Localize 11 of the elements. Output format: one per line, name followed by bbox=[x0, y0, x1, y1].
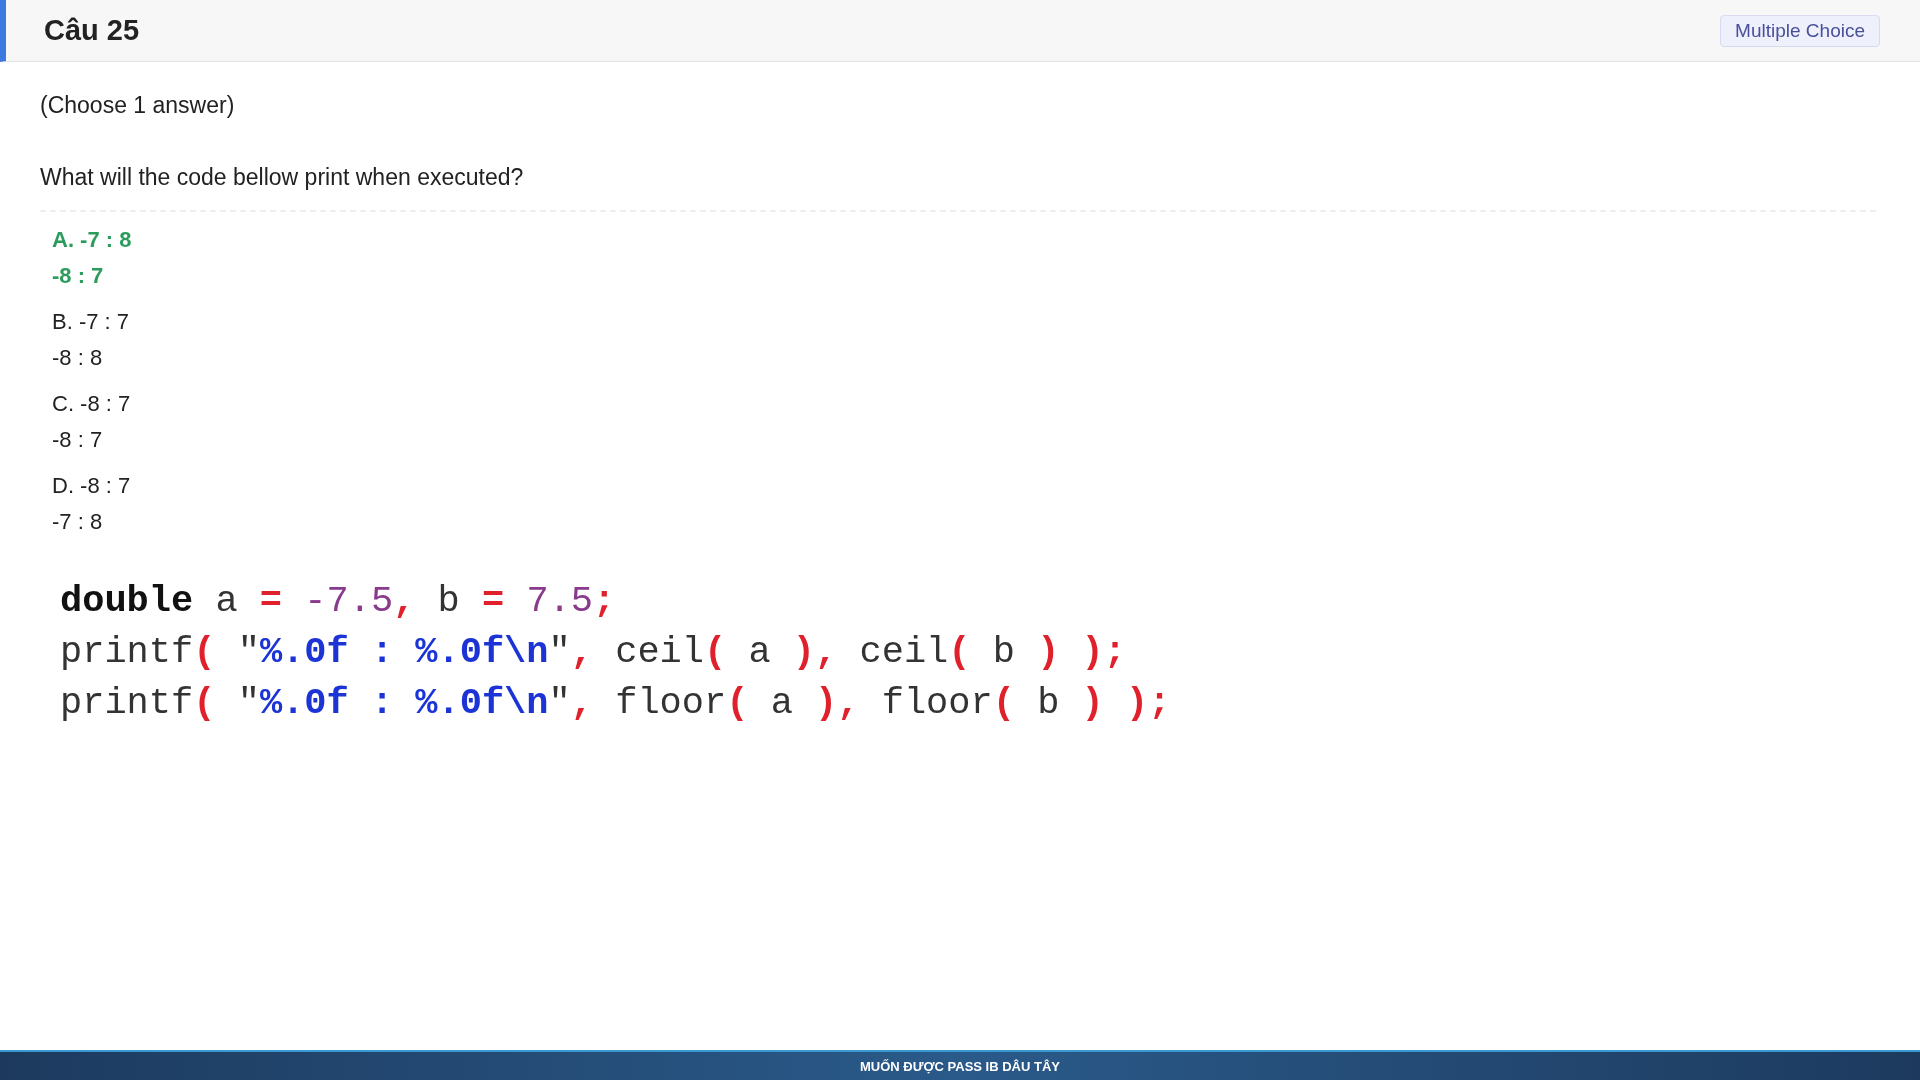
code-line: printf( "%.0f : %.0f\n", floor( a ), floor( b ) ); bbox=[60, 681, 1171, 726]
question-text: What will the code bellow print when executed? bbox=[40, 163, 525, 192]
code-line: printf( "%.0f : %.0f\n", ceil( a ), ceil( b ) ); bbox=[60, 630, 1126, 675]
instruction-text: (Choose 1 answer) bbox=[40, 91, 236, 120]
answer-option[interactable]: C. -8 : 7 -8 : 7 bbox=[52, 386, 131, 458]
code-line: double a = -7.5, b = 7.5; bbox=[60, 579, 616, 624]
promo-banner[interactable]: MUỐN ĐƯỢC PASS IB DÂU TÂY bbox=[0, 1050, 1920, 1080]
answer-option[interactable]: D. -8 : 7 -7 : 8 bbox=[52, 468, 131, 540]
question-type-badge: Multiple Choice bbox=[1720, 14, 1880, 47]
answer-option[interactable]: B. -7 : 7 -8 : 8 bbox=[52, 304, 130, 376]
question-title: Câu 25 bbox=[44, 14, 140, 47]
